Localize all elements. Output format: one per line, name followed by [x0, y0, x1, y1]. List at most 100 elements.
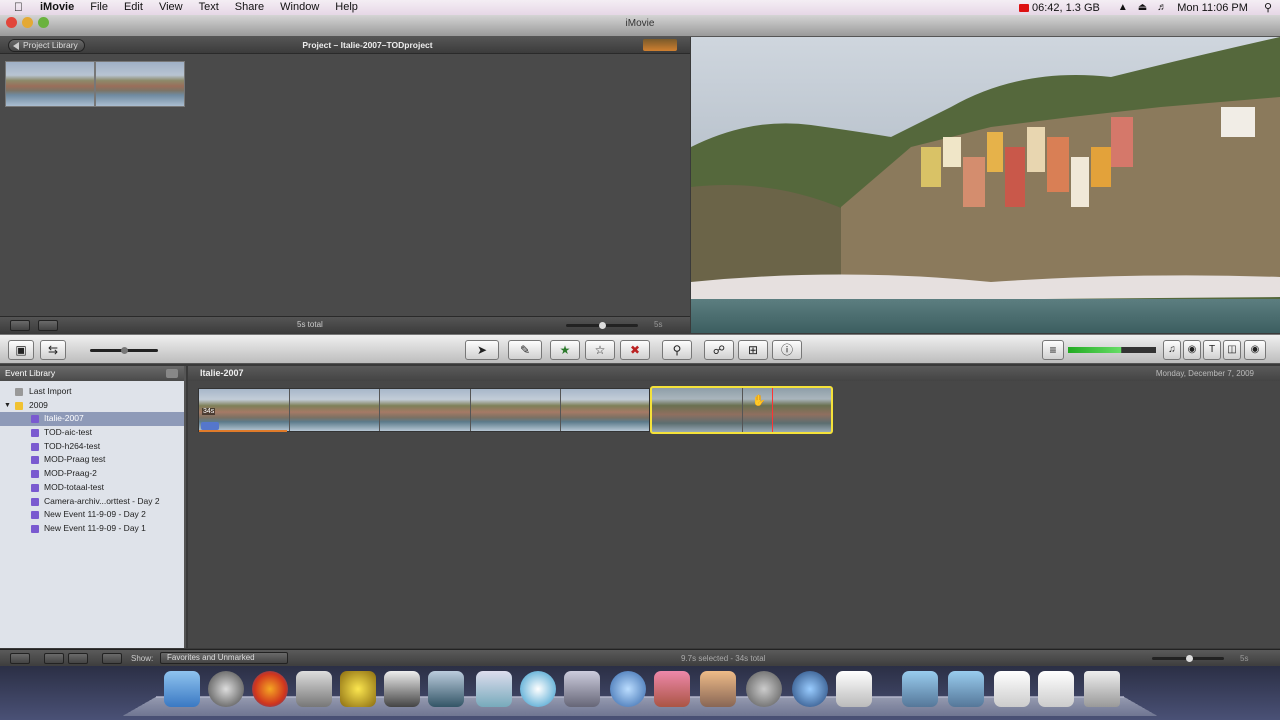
clapper-icon[interactable] [296, 671, 332, 707]
spotlight-icon[interactable]: ⚲ [1264, 1, 1272, 14]
slider-knob[interactable] [599, 322, 606, 329]
unmark-icon[interactable]: ☆ [585, 340, 615, 360]
quicktime-icon[interactable] [792, 671, 828, 707]
eject-icon[interactable]: ⏏ [1138, 2, 1147, 13]
event-icon [31, 415, 39, 424]
event-item[interactable]: MOD-totaal-test [0, 481, 184, 495]
finder-icon[interactable] [164, 671, 200, 707]
event-item-2009[interactable]: ▼ 2009 [0, 399, 184, 413]
library-toggle-icon[interactable] [166, 369, 178, 378]
event-item-last-import[interactable]: Last Import [0, 385, 184, 399]
event-library: Event Library Last Import ▼ 2009 Italie-2… [0, 366, 186, 648]
event-icon [31, 442, 39, 451]
bottom-bar: Show: Favorites and Unmarked 9.7s select… [0, 649, 1280, 666]
arrow-tool-icon[interactable]: ➤ [465, 340, 499, 360]
menu-edit[interactable]: Edit [124, 0, 143, 15]
app-store-icon[interactable] [476, 671, 512, 707]
audio-level-meter [1068, 347, 1156, 353]
hand-cursor-icon: ✋ [752, 395, 766, 407]
project-clip[interactable] [95, 61, 185, 107]
favorite-icon[interactable]: ★ [550, 340, 580, 360]
event-icon [31, 470, 39, 479]
final-cut-icon[interactable] [384, 671, 420, 707]
battery-icon[interactable] [1018, 3, 1029, 12]
dvd-icon[interactable] [520, 671, 556, 707]
photo-icon[interactable]: ◉ [1183, 340, 1201, 360]
play-from-start-icon[interactable] [44, 653, 64, 664]
title-icon[interactable]: T [1203, 340, 1221, 360]
iphoto-icon[interactable] [654, 671, 690, 707]
play-icon[interactable] [68, 653, 88, 664]
menu-view[interactable]: View [159, 0, 183, 15]
zoom-knob[interactable] [121, 347, 128, 354]
menu-app[interactable]: iMovie [40, 0, 74, 15]
event-item[interactable]: TOD-h264-test [0, 440, 184, 454]
imovie-icon[interactable] [428, 671, 464, 707]
textedit-icon[interactable] [836, 671, 872, 707]
voiceover-icon[interactable]: ☍ [704, 340, 734, 360]
project-zoom: 5s [654, 320, 663, 329]
keyword-icon[interactable]: ⚲ [662, 340, 692, 360]
disclosure-icon[interactable]: ▼ [4, 399, 11, 413]
applications-folder-icon[interactable] [902, 671, 938, 707]
event-label: MOD-Praag test [44, 454, 106, 465]
system-preferences-icon[interactable] [746, 671, 782, 707]
garageband-icon[interactable] [700, 671, 736, 707]
inspector-icon[interactable]: ⓘ [772, 340, 802, 360]
event-label: TOD-h264-test [44, 440, 101, 451]
map-icon[interactable]: ◉ [1244, 340, 1266, 360]
window-title: iMovie [625, 18, 655, 29]
document-stack-icon[interactable] [1038, 671, 1074, 707]
event-item[interactable]: MOD-Praag-2 [0, 467, 184, 481]
music-icon[interactable]: ♫ [1163, 340, 1181, 360]
menu-share[interactable]: Share [235, 0, 264, 15]
crop-icon[interactable]: ⊞ [738, 340, 768, 360]
reject-icon[interactable]: ✖ [620, 340, 650, 360]
documents-folder-icon[interactable] [948, 671, 984, 707]
event-item[interactable]: New Event 11-9-09 - Day 2 [0, 508, 184, 522]
dock [0, 666, 1280, 720]
project-clip[interactable] [5, 61, 95, 107]
project-total: 5s total [297, 320, 323, 329]
folder-icon [15, 401, 23, 410]
used-range-bar [199, 430, 287, 432]
camera-import-icon[interactable]: ▣ [8, 340, 34, 360]
dashboard-icon[interactable] [208, 671, 244, 707]
imovie-star-icon[interactable] [340, 671, 376, 707]
playhead[interactable] [772, 388, 773, 432]
event-item[interactable]: Camera-archiv...orttest - Day 2 [0, 495, 184, 509]
theme-icon[interactable] [643, 39, 677, 51]
swap-events-icon[interactable]: ⇆ [40, 340, 66, 360]
keyword-tool-icon[interactable]: ✎ [508, 340, 542, 360]
event-item[interactable]: MOD-Praag test [0, 453, 184, 467]
event-library-header: Event Library [0, 366, 184, 381]
clock[interactable]: Mon 11:06 PM [1177, 2, 1248, 14]
itunes-icon[interactable] [610, 671, 646, 707]
firefox-icon[interactable] [252, 671, 288, 707]
selected-clip-range[interactable]: ✋ [650, 386, 833, 434]
volume-icon[interactable]: ♬ [1157, 2, 1167, 13]
event-item[interactable]: TOD-aic-test [0, 426, 184, 440]
event-item[interactable]: New Event 11-9-09 - Day 1 [0, 522, 184, 536]
menu-text[interactable]: Text [199, 0, 219, 15]
menu-window[interactable]: Window [280, 0, 319, 15]
project-footer: 5s total 5s [0, 316, 690, 333]
show-filter-select[interactable]: Favorites and Unmarked [160, 652, 288, 664]
preview-icon[interactable] [564, 671, 600, 707]
event-clip[interactable]: 34s [198, 388, 650, 432]
menu-help[interactable]: Help [335, 0, 358, 15]
trash-icon[interactable] [1084, 671, 1120, 707]
transition-icon[interactable]: ◫ [1223, 340, 1241, 360]
search-icon[interactable] [102, 653, 122, 664]
play-fullscreen-icon[interactable] [10, 653, 30, 664]
slider-knob[interactable] [1186, 655, 1193, 662]
menu-file[interactable]: File [90, 0, 108, 15]
apple-menu-icon[interactable]:  [14, 0, 32, 15]
wifi-icon[interactable]: ▲ [1118, 2, 1128, 13]
document-icon[interactable] [994, 671, 1030, 707]
event-label: MOD-totaal-test [44, 481, 104, 492]
play-icon[interactable] [38, 320, 58, 331]
status-memory: 06:42, 1.3 GB [1031, 1, 1100, 14]
play-fullscreen-icon[interactable] [10, 320, 30, 331]
event-item-italie[interactable]: Italie-2007 [0, 412, 184, 427]
